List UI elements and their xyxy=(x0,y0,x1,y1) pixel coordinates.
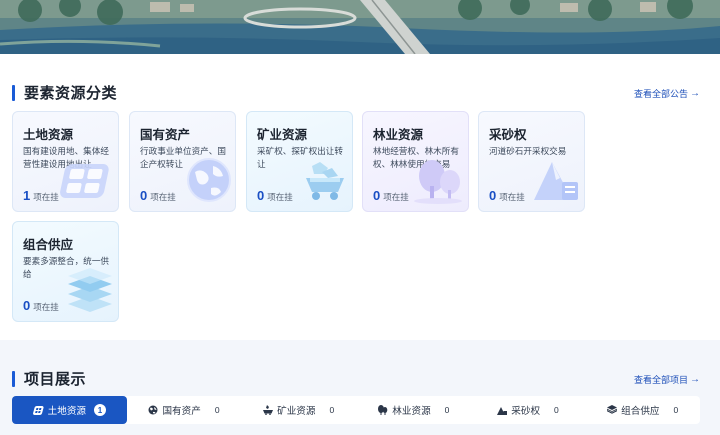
tab-label: 组合供应 xyxy=(621,406,660,417)
card-count-number: 1 xyxy=(23,188,31,203)
tab-label: 矿业资源 xyxy=(277,406,316,417)
card-title: 国有资产 xyxy=(140,128,191,142)
mining-icon xyxy=(263,405,274,415)
card-count-number: 0 xyxy=(373,188,381,203)
section-title-resources: 要素资源分类 xyxy=(24,85,118,102)
tab-forestry-resources[interactable]: 林业资源 0 xyxy=(356,396,471,424)
tab-combined-supply[interactable]: 组合供应 0 xyxy=(585,396,700,424)
tab-label: 国有资产 xyxy=(162,406,201,417)
city-banner-image xyxy=(0,0,720,54)
card-combined-supply[interactable]: 组合供应 要素多源整合，统一供给 0 项在挂 xyxy=(12,221,119,322)
tab-count-badge: 0 xyxy=(673,405,679,415)
globe-icon xyxy=(181,154,233,209)
card-count-unit: 项在挂 xyxy=(499,192,525,202)
arrow-right-icon: → xyxy=(690,374,700,385)
tab-count-badge: 0 xyxy=(329,405,335,415)
tab-state-assets[interactable]: 国有资产 0 xyxy=(127,396,242,424)
card-count: 0 项在挂 xyxy=(140,188,176,203)
tree-icon xyxy=(410,158,466,209)
arrow-right-icon: → xyxy=(690,88,700,99)
card-title: 采砂权 xyxy=(489,128,527,142)
tab-sand-mining-rights[interactable]: 采砂权 0 xyxy=(471,396,586,424)
card-land-resources[interactable]: 土地资源 国有建设用地、集体经营性建设用地出让 1 项在挂 xyxy=(12,111,119,212)
sand-mountain-icon xyxy=(530,154,582,209)
card-mining-resources[interactable]: 矿业资源 采矿权、探矿权出让转让 0 项在挂 xyxy=(246,111,353,212)
card-count-unit: 项在挂 xyxy=(33,302,59,312)
card-count-unit: 项在挂 xyxy=(267,192,293,202)
section-title-projects: 项目展示 xyxy=(24,371,87,388)
sand-icon xyxy=(497,405,508,415)
mining-cart-icon xyxy=(298,158,350,209)
section-bar xyxy=(12,84,15,101)
card-count-number: 0 xyxy=(489,188,497,203)
card-count-number: 0 xyxy=(23,298,31,313)
card-count: 0 项在挂 xyxy=(489,188,525,203)
layers-icon xyxy=(607,405,618,415)
card-count: 1 项在挂 xyxy=(23,188,59,203)
tab-label: 采砂权 xyxy=(511,406,541,417)
tab-mining-resources[interactable]: 矿业资源 0 xyxy=(241,396,356,424)
card-title: 组合供应 xyxy=(23,238,74,252)
card-count-number: 0 xyxy=(257,188,265,203)
card-forestry-resources[interactable]: 林业资源 林地经营权、林木所有权、林林使用权交易 0 项在挂 xyxy=(362,111,469,212)
tab-label: 土地资源 xyxy=(47,406,87,417)
card-count-unit: 项在挂 xyxy=(383,192,409,202)
view-all-projects-link[interactable]: 查看全部项目 → xyxy=(634,373,700,386)
view-all-announcements-label: 查看全部公告 xyxy=(633,89,688,99)
layers-icon xyxy=(64,266,116,319)
tab-count-badge: 0 xyxy=(214,405,220,415)
card-count-number: 0 xyxy=(140,188,148,203)
view-all-projects-label: 查看全部项目 xyxy=(633,375,688,385)
land-icon xyxy=(32,405,44,415)
land-icon xyxy=(60,158,116,209)
project-category-tabs: 土地资源 1 国有资产 0 矿业资源 0 林业资源 0 采砂权 0 组合供应 0 xyxy=(12,396,700,424)
card-state-assets[interactable]: 国有资产 行政事业单位资产、国企产权转让 0 项在挂 xyxy=(129,111,236,212)
globe-icon xyxy=(148,405,158,415)
card-title: 林业资源 xyxy=(373,128,424,142)
tab-count-badge: 1 xyxy=(94,404,107,416)
card-count: 0 项在挂 xyxy=(257,188,293,203)
card-count: 0 项在挂 xyxy=(23,298,59,313)
card-count-unit: 项在挂 xyxy=(150,192,176,202)
section-bar xyxy=(12,370,15,387)
section-header-resources: 要素资源分类 xyxy=(12,82,117,103)
tree-icon xyxy=(377,405,388,415)
tab-count-badge: 0 xyxy=(554,405,559,415)
card-title: 矿业资源 xyxy=(257,128,308,142)
view-all-announcements-link[interactable]: 查看全部公告 → xyxy=(634,87,700,100)
card-sand-mining-rights[interactable]: 采砂权 河道砂石开采权交易 0 项在挂 xyxy=(478,111,585,212)
tab-count-badge: 0 xyxy=(444,405,450,415)
card-count-unit: 项在挂 xyxy=(33,192,59,202)
tab-label: 林业资源 xyxy=(392,406,431,417)
card-title: 土地资源 xyxy=(23,128,74,142)
card-count: 0 项在挂 xyxy=(373,188,409,203)
tab-land-resources[interactable]: 土地资源 1 xyxy=(12,396,127,424)
section-header-projects: 项目展示 xyxy=(12,368,86,389)
